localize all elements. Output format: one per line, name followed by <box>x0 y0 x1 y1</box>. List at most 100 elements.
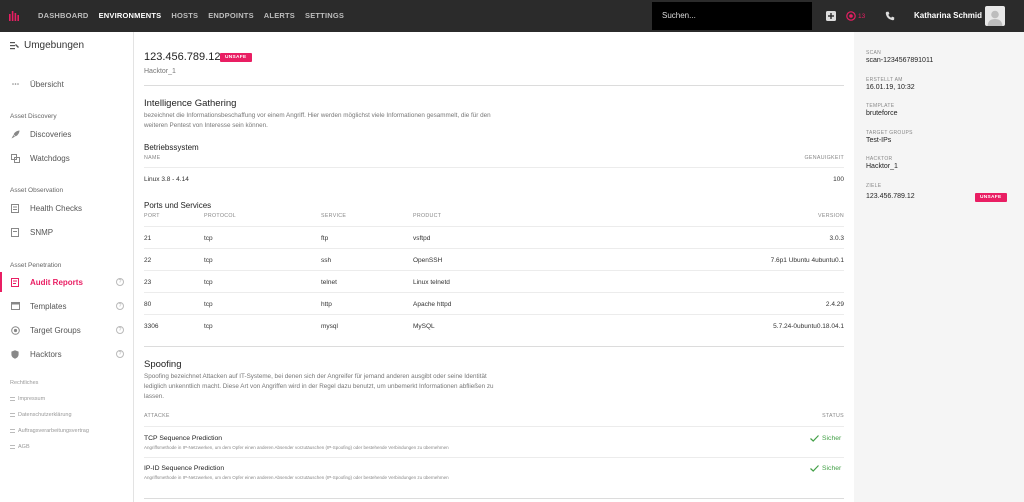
created-date: 16.01.19, 10:32 <box>866 84 915 91</box>
table-row-product: Linux telnetd <box>413 279 450 286</box>
legal-link-agb[interactable]: AGB <box>10 444 30 450</box>
sidebar-item-audit-reports[interactable]: Audit Reports <box>0 272 133 292</box>
target-ip[interactable]: 123.456.789.12 <box>866 193 915 200</box>
avatar[interactable] <box>985 6 1005 26</box>
row-divider <box>144 248 844 249</box>
col-protocol: PROTOCOL <box>204 213 237 219</box>
shield-icon <box>10 349 20 359</box>
snmp-icon <box>10 227 20 237</box>
sidebar-item-discoveries[interactable]: Discoveries <box>0 124 133 144</box>
nav-alerts[interactable]: ALERTS <box>264 0 295 32</box>
sidebar-item-snmp[interactable]: SNMP <box>0 222 133 242</box>
main-content: 123.456.789.12 UNSAFE Hacktor_1 Intellig… <box>134 32 854 502</box>
help-icon[interactable]: ? <box>116 302 124 310</box>
target-icon <box>10 325 20 335</box>
table-row-service: ftp <box>321 235 329 242</box>
check-icon <box>810 435 819 442</box>
scan-id: scan-1234567891011 <box>866 57 934 64</box>
section-asset-observation: Asset Observation <box>10 187 64 194</box>
nav-endpoints[interactable]: ENDPOINTS <box>208 0 254 32</box>
table-row-product: MySQL <box>413 323 435 330</box>
legal-link-avv[interactable]: Auftragsverarbeitungsvertrag <box>10 428 89 434</box>
list-icon <box>10 397 15 401</box>
nav-hosts[interactable]: HOSTS <box>171 0 198 32</box>
legal-link-impressum[interactable]: Impressum <box>10 396 45 402</box>
top-actions: 13 <box>826 0 905 32</box>
nav-environments[interactable]: ENVIRONMENTS <box>99 0 162 32</box>
col-status: STATUS <box>822 413 844 419</box>
main-nav: DASHBOARD ENVIRONMENTS HOSTS ENDPOINTS A… <box>38 0 354 32</box>
row-divider <box>144 270 844 271</box>
user-name[interactable]: Katharina Schmid <box>914 0 982 32</box>
status-safe: Sicher <box>810 435 841 442</box>
table-row-protocol: tcp <box>204 323 213 330</box>
add-icon[interactable] <box>826 11 836 21</box>
sidebar-item-health-checks[interactable]: Health Checks <box>0 198 133 218</box>
alert-button[interactable]: 13 <box>846 11 865 21</box>
table-row-version: 3.0.3 <box>829 235 844 242</box>
ports-title: Ports und Services <box>144 201 212 210</box>
row-divider <box>144 167 844 168</box>
scan-label: SCAN <box>866 50 882 56</box>
spoofing-description: Spoofing bezeichnet Attacken auf IT-Syst… <box>144 373 494 400</box>
row-divider <box>144 426 844 427</box>
divider <box>144 346 844 347</box>
status-badge: UNSAFE <box>220 53 252 62</box>
col-port: PORT <box>144 213 160 219</box>
created-label: ERSTELLT AM <box>866 77 903 83</box>
sidebar-item-watchdogs[interactable]: Watchdogs <box>0 148 133 168</box>
section-asset-penetration: Asset Penetration <box>10 262 62 269</box>
attack-name: IP-ID Sequence Prediction <box>144 465 225 472</box>
nav-settings[interactable]: SETTINGS <box>305 0 344 32</box>
list-icon <box>10 413 15 417</box>
divider <box>144 498 844 499</box>
list-icon <box>10 445 15 449</box>
sidebar-item-templates[interactable]: Templates <box>0 296 133 316</box>
divider <box>144 85 844 86</box>
row-divider <box>144 292 844 293</box>
watchdog-icon <box>10 153 20 163</box>
scan-details-panel: SCAN scan-1234567891011 ERSTELLT AM 16.0… <box>854 32 1024 502</box>
legal-title: Rechtliches <box>10 380 39 386</box>
sidebar-title: Umgebungen <box>24 40 85 51</box>
help-icon[interactable]: ? <box>116 278 124 286</box>
intel-title: Intelligence Gathering <box>144 98 237 109</box>
sidebar-header[interactable]: Umgebungen <box>10 40 84 51</box>
sidebar-item-overview[interactable]: Übersicht <box>0 74 133 94</box>
check-icon <box>810 465 819 472</box>
list-icon <box>10 429 15 433</box>
row-divider <box>144 314 844 315</box>
help-icon[interactable]: ? <box>116 326 124 334</box>
audit-report-icon <box>10 277 20 287</box>
nav-dashboard[interactable]: DASHBOARD <box>38 0 89 32</box>
logo-icon[interactable] <box>0 0 28 32</box>
help-icon[interactable]: ? <box>116 350 124 358</box>
template-value: bruteforce <box>866 110 898 117</box>
table-row-port: 3306 <box>144 323 159 330</box>
os-accuracy: 100 <box>833 176 844 183</box>
table-row-port: 22 <box>144 257 152 264</box>
os-title: Betriebssystem <box>144 143 199 152</box>
hacktor-value: Hacktor_1 <box>866 163 898 170</box>
search-input[interactable]: Suchen... <box>652 2 812 30</box>
table-row-protocol: tcp <box>204 235 213 242</box>
template-label: TEMPLATE <box>866 103 895 109</box>
row-divider <box>144 457 844 458</box>
table-row-version: 5.7.24-0ubuntu0.18.04.1 <box>773 323 844 330</box>
intel-description: bezeichnet die Informationsbeschaffung v… <box>144 112 491 129</box>
col-service: SERVICE <box>321 213 347 219</box>
phone-icon[interactable] <box>885 11 895 21</box>
table-row-service: http <box>321 301 332 308</box>
table-row-version: 2.4.29 <box>825 301 844 308</box>
target-status-badge: UNSAFE <box>975 193 1007 202</box>
sidebar-item-target-groups[interactable]: Target Groups <box>0 320 133 340</box>
attack-description: Angriffsmethode in IP-Netzwerken, um dem… <box>144 475 449 480</box>
attack-name: TCP Sequence Prediction <box>144 435 223 442</box>
hacktor-label: HACKTOR <box>866 156 893 162</box>
os-col-accuracy: GENAUIGKEIT <box>804 155 844 161</box>
col-attack: ATTACKE <box>144 413 170 419</box>
sidebar-item-hacktors[interactable]: Hacktors <box>0 344 133 364</box>
environments-icon <box>10 42 19 50</box>
legal-link-datenschutz[interactable]: Datenschutzerklärung <box>10 412 72 418</box>
table-row-service: telnet <box>321 279 337 286</box>
